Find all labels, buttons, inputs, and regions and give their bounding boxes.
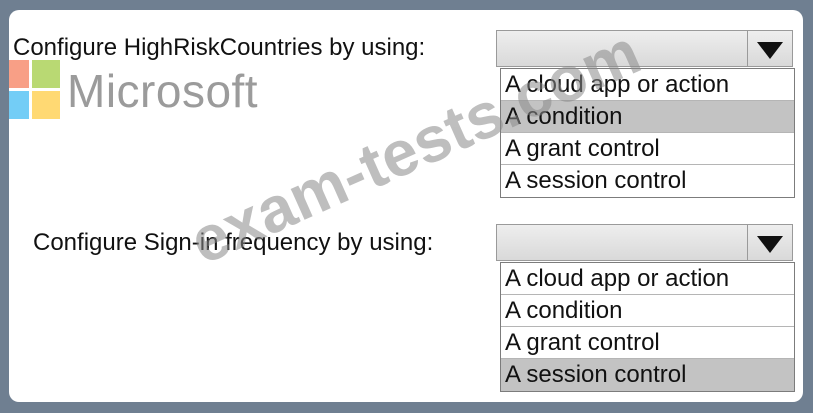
microsoft-logo-text: Microsoft: [67, 65, 259, 117]
question-2-label: Configure Sign-in frequency by using:: [33, 229, 434, 256]
question-2-dropdown-arrow[interactable]: [747, 225, 792, 260]
logo-square-blue: [9, 91, 29, 119]
question-1-option-condition[interactable]: A condition: [501, 101, 794, 133]
question-2-option-condition[interactable]: A condition: [501, 295, 794, 327]
question-1-option-grant-control[interactable]: A grant control: [501, 133, 794, 165]
question-2-option-cloud-app[interactable]: A cloud app or action: [501, 263, 794, 295]
logo-square-green: [32, 60, 60, 88]
question-2-options-list: A cloud app or action A condition A gran…: [500, 262, 795, 392]
logo-square-yellow: [32, 91, 60, 119]
question-1-option-cloud-app[interactable]: A cloud app or action: [501, 69, 794, 101]
chevron-down-icon: [757, 42, 783, 59]
question-2-option-grant-control[interactable]: A grant control: [501, 327, 794, 359]
question-2-option-session-control[interactable]: A session control: [501, 359, 794, 391]
chevron-down-icon: [757, 236, 783, 253]
question-1-options-list: A cloud app or action A condition A gran…: [500, 68, 795, 198]
question-panel: Microsoft Configure HighRiskCountries by…: [9, 10, 803, 402]
microsoft-logo-icon: [9, 60, 61, 120]
question-1-label: Configure HighRiskCountries by using:: [13, 34, 426, 61]
question-1-dropdown[interactable]: [496, 30, 793, 67]
question-1-option-session-control[interactable]: A session control: [501, 165, 794, 197]
question-2-dropdown[interactable]: [496, 224, 793, 261]
logo-square-red: [9, 60, 29, 88]
question-1-dropdown-arrow[interactable]: [747, 31, 792, 66]
